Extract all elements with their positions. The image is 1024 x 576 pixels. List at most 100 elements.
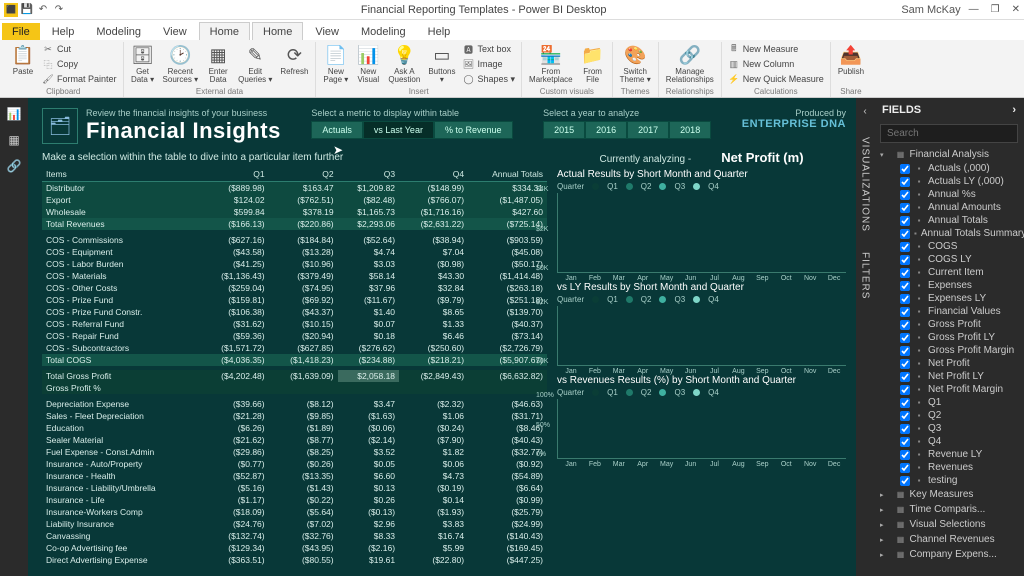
collapse-fields-icon[interactable]: › [1012, 104, 1016, 116]
field-table[interactable]: ▦Financial Analysis [874, 147, 1024, 162]
field-item[interactable]: ▪Annual Totals Summary [874, 227, 1024, 240]
field-item[interactable]: ▪Annual Amounts [874, 201, 1024, 214]
fields-search-input[interactable] [880, 124, 1018, 143]
from-file-button[interactable]: 📁From File [578, 42, 608, 85]
table-row[interactable]: Insurance-Workers Comp($18.09)($5.64)($0… [42, 506, 547, 518]
minimize-button[interactable]: — [969, 4, 979, 15]
user-name[interactable]: Sam McKay [901, 4, 960, 16]
new-quick-measure-button[interactable]: ⚡New Quick Measure [726, 72, 826, 86]
report-view-button[interactable]: 📊 [4, 104, 24, 124]
field-item[interactable]: ▪Current Item [874, 266, 1024, 279]
field-item[interactable]: ▪Q3 [874, 422, 1024, 435]
table-row[interactable]: Sales - Fleet Depreciation($21.28)($9.85… [42, 410, 547, 422]
field-item[interactable]: ▪Actuals LY (,000) [874, 175, 1024, 188]
field-item[interactable]: ▪Financial Values [874, 305, 1024, 318]
field-item[interactable]: ▪Revenue LY [874, 448, 1024, 461]
tab-view[interactable]: View [305, 23, 349, 40]
manage-relationships-button[interactable]: 🔗Manage Relationships [663, 42, 717, 85]
table-row[interactable]: Insurance - Life($1.17)($0.22)$0.26$0.14… [42, 494, 547, 506]
field-table[interactable]: ▦Visual Selections [874, 517, 1024, 532]
field-item[interactable]: ▪COGS [874, 240, 1024, 253]
table-row[interactable]: Co-op Advertising fee($129.34)($43.95)($… [42, 542, 547, 554]
field-item[interactable]: ▪Gross Profit LY [874, 331, 1024, 344]
save-icon[interactable]: 💾 [20, 3, 34, 17]
field-checkbox[interactable] [900, 177, 910, 187]
field-checkbox[interactable] [900, 242, 910, 252]
field-checkbox[interactable] [900, 268, 910, 278]
field-checkbox[interactable] [900, 372, 910, 382]
field-item[interactable]: ▪COGS LY [874, 253, 1024, 266]
field-checkbox[interactable] [900, 294, 910, 304]
field-checkbox[interactable] [900, 255, 910, 265]
app-icon[interactable]: ⬛ [4, 3, 18, 17]
year-option[interactable]: 2015 [543, 121, 585, 139]
image-button[interactable]: 🖼Image [460, 57, 517, 71]
copy-button[interactable]: ⿻Copy [40, 57, 119, 71]
format-painter-button[interactable]: 🖌Format Painter [40, 72, 119, 86]
field-checkbox[interactable] [900, 333, 910, 343]
table-row[interactable]: Fuel Expense - Const.Admin($29.86)($8.25… [42, 446, 547, 458]
field-table[interactable]: ▦Company Expens... [874, 547, 1024, 562]
maximize-button[interactable]: ❐ [991, 4, 1000, 15]
recent-sources-button[interactable]: 🕑Recent Sources ▾ [160, 42, 202, 85]
new-column-button[interactable]: ▥New Column [726, 57, 826, 71]
cut-button[interactable]: ✂Cut [40, 42, 119, 56]
field-checkbox[interactable] [900, 450, 910, 460]
table-row[interactable]: Education($6.26)($1.89)($0.06)($0.24)($8… [42, 422, 547, 434]
new-page-button[interactable]: 📄New Page ▾ [320, 42, 351, 85]
expand-visualizations-icon[interactable]: ‹ [863, 106, 866, 117]
metric-option[interactable]: vs Last Year [363, 121, 434, 139]
redo-icon[interactable]: ↷ [52, 3, 66, 17]
table-row[interactable]: COS - Prize Fund($159.81)($69.92)($11.67… [42, 294, 547, 306]
get-data-button[interactable]: 🗄Get Data ▾ [128, 42, 158, 85]
table-header[interactable]: Q2 [269, 167, 338, 182]
field-item[interactable]: ▪Annual %s [874, 188, 1024, 201]
shapes-button[interactable]: ◯Shapes ▾ [460, 72, 517, 86]
field-item[interactable]: ▪Gross Profit [874, 318, 1024, 331]
table-row[interactable]: COS - Equipment($43.58)($13.28)$4.74$7.0… [42, 246, 547, 258]
tab-help[interactable]: Help [418, 23, 461, 40]
field-item[interactable]: ▪Annual Totals [874, 214, 1024, 227]
enter-data-button[interactable]: ▦Enter Data [203, 42, 233, 85]
field-checkbox[interactable] [900, 346, 910, 356]
refresh-button[interactable]: ⟳Refresh [277, 42, 311, 77]
table-row[interactable]: Insurance - Liability/Umbrella($5.16)($1… [42, 482, 547, 494]
metric-option[interactable]: Actuals [311, 121, 363, 139]
tab-modeling[interactable]: Modeling [351, 23, 416, 40]
table-header[interactable]: Q3 [338, 167, 399, 182]
ask-question-button[interactable]: 💡Ask A Question [385, 42, 423, 85]
year-option[interactable]: 2016 [585, 121, 627, 139]
table-row[interactable]: COS - Referral Fund($31.62)($10.15)$0.07… [42, 318, 547, 330]
field-checkbox[interactable] [900, 320, 910, 330]
table-row[interactable]: Insurance - Auto/Property($0.77)($0.26)$… [42, 458, 547, 470]
field-item[interactable]: ▪Expenses LY [874, 292, 1024, 305]
table-row[interactable]: COS - Other Costs($259.04)($74.95)$37.96… [42, 282, 547, 294]
field-table[interactable]: ▦Channel Revenues [874, 532, 1024, 547]
table-header[interactable]: Q1 [200, 167, 269, 182]
field-checkbox[interactable] [900, 164, 910, 174]
tab-modeling[interactable]: Modeling [86, 23, 151, 40]
field-table[interactable]: ▦Key Measures [874, 487, 1024, 502]
field-checkbox[interactable] [900, 229, 910, 239]
publish-button[interactable]: 📤Publish [835, 42, 867, 77]
field-checkbox[interactable] [900, 463, 910, 473]
field-checkbox[interactable] [900, 190, 910, 200]
report-canvas[interactable]: 🗂 Review the financial insights of your … [28, 98, 856, 576]
metric-option[interactable]: % to Revenue [434, 121, 513, 139]
close-button[interactable]: ✕ [1012, 4, 1020, 15]
tab-view[interactable]: View [153, 23, 197, 40]
table-row[interactable]: Total Gross Profit($4,202.48)($1,639.09)… [42, 370, 547, 382]
field-checkbox[interactable] [900, 281, 910, 291]
chart-visual[interactable]: Actual Results by Short Month and Quarte… [557, 169, 846, 282]
field-checkbox[interactable] [900, 385, 910, 395]
tab-help[interactable]: Help [42, 23, 85, 40]
table-row[interactable]: Liability Insurance($24.76)($7.02)$2.96$… [42, 518, 547, 530]
switch-theme-button[interactable]: 🎨Switch Theme ▾ [617, 42, 654, 85]
year-option[interactable]: 2018 [669, 121, 711, 139]
table-row[interactable]: Depreciation Expense($39.66)($8.12)$3.47… [42, 398, 547, 410]
undo-icon[interactable]: ↶ [36, 3, 50, 17]
table-row[interactable]: COS - Materials($1,136.43)($379.49)$58.1… [42, 270, 547, 282]
table-row[interactable]: Canvassing($132.74)($32.76)$8.33$16.74($… [42, 530, 547, 542]
table-row[interactable]: COS - Labor Burden($41.25)($10.96)$3.03(… [42, 258, 547, 270]
table-row[interactable]: COS - Subcontractors($1,571.72)($627.85)… [42, 342, 547, 354]
